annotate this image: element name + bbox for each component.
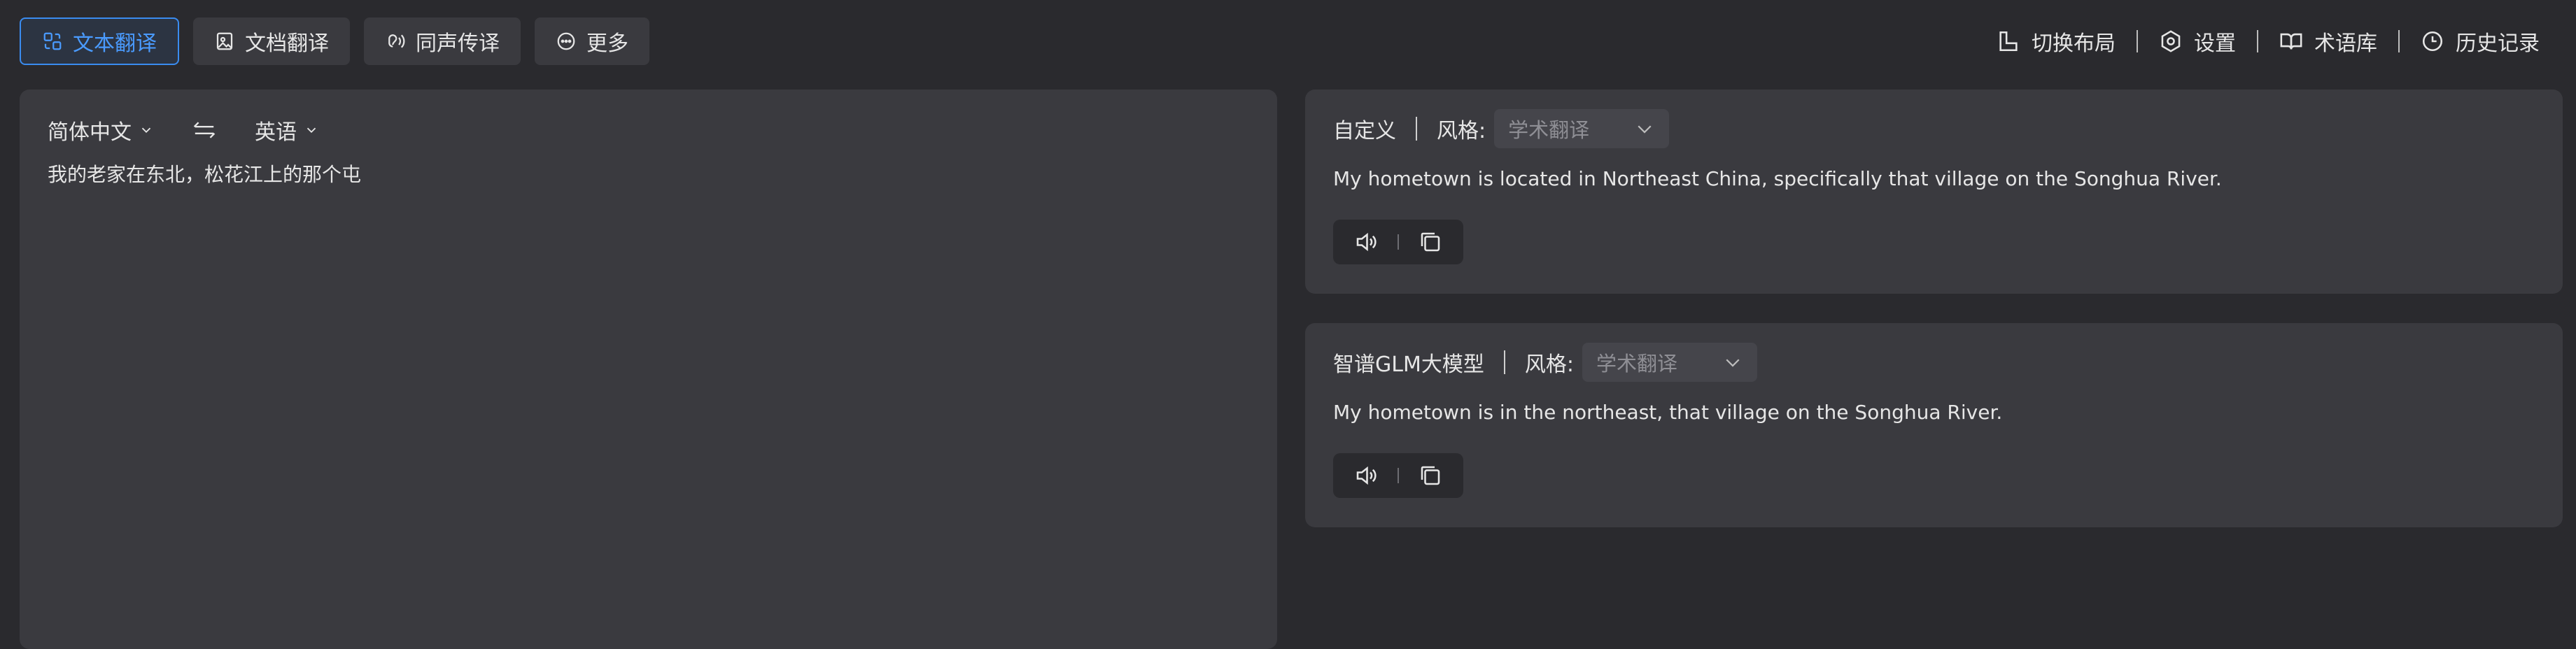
copy-icon bbox=[1421, 232, 1440, 252]
chevron-down-icon bbox=[141, 127, 151, 134]
chevron-down-icon bbox=[307, 127, 316, 134]
speaker-icon bbox=[1357, 466, 1377, 485]
style-value: 学术翻译 bbox=[1596, 352, 1677, 376]
copy-icon bbox=[1421, 466, 1440, 485]
style-select[interactable]: 学术翻译 bbox=[1582, 343, 1757, 382]
result-card-header: 智谱GLM大模型 风格: 学术翻译 bbox=[1333, 343, 1757, 382]
result-card-custom: 自定义 风格: 学术翻译 My hometown is located in N… bbox=[1305, 90, 2563, 294]
simultaneous-interpret-icon bbox=[388, 34, 405, 48]
tool-label: 历史记录 bbox=[2456, 31, 2540, 56]
tab-label: 文档翻译 bbox=[245, 31, 329, 56]
tool-label: 设置 bbox=[2194, 31, 2236, 56]
tab-more[interactable]: 更多 bbox=[535, 17, 649, 65]
header-divider bbox=[1416, 117, 1417, 141]
settings-button[interactable]: 设置 bbox=[2138, 26, 2257, 57]
actions-divider bbox=[1397, 234, 1399, 250]
clock-icon bbox=[2422, 31, 2443, 52]
speaker-icon bbox=[1357, 232, 1377, 252]
actions-divider bbox=[1397, 468, 1399, 483]
tab-document-translate[interactable]: 文档翻译 bbox=[193, 17, 350, 65]
chevron-down-icon bbox=[1726, 359, 1740, 367]
source-language-label: 简体中文 bbox=[48, 120, 132, 145]
mode-tabs: 文本翻译 文档翻译 同声传译 更多 bbox=[20, 17, 649, 65]
style-label: 风格: bbox=[1524, 352, 1574, 377]
result-actions bbox=[1333, 453, 1463, 498]
more-icon bbox=[557, 32, 575, 50]
document-translate-icon bbox=[216, 32, 233, 50]
layout-icon bbox=[1999, 31, 2018, 52]
source-text-input[interactable]: 我的老家在东北，松花江上的那个屯 bbox=[48, 158, 1237, 192]
book-icon bbox=[2280, 33, 2302, 50]
speak-button[interactable] bbox=[1353, 229, 1379, 255]
copy-button[interactable] bbox=[1418, 463, 1443, 488]
chevron-down-icon bbox=[1638, 125, 1652, 134]
header-divider bbox=[1503, 350, 1505, 374]
tab-label: 文本翻译 bbox=[73, 31, 157, 56]
gear-icon bbox=[2161, 30, 2181, 52]
translation-text: My hometown is in the northeast, that vi… bbox=[1333, 401, 2003, 424]
target-language-label: 英语 bbox=[255, 120, 297, 145]
style-value: 学术翻译 bbox=[1508, 118, 1590, 142]
result-card-glm: 智谱GLM大模型 风格: 学术翻译 My hometown is in the … bbox=[1305, 323, 2563, 527]
translation-text: My hometown is located in Northeast Chin… bbox=[1333, 167, 2222, 190]
tab-label: 更多 bbox=[586, 31, 628, 56]
glossary-button[interactable]: 术语库 bbox=[2258, 26, 2398, 57]
history-button[interactable]: 历史记录 bbox=[2400, 26, 2561, 57]
style-label: 风格: bbox=[1437, 119, 1486, 143]
engine-name: 智谱GLM大模型 bbox=[1333, 352, 1484, 377]
language-bar: 简体中文 英语 bbox=[48, 109, 319, 151]
engine-name: 自定义 bbox=[1333, 119, 1396, 143]
text-translate-icon bbox=[43, 32, 62, 50]
result-card-header: 自定义 风格: 学术翻译 bbox=[1333, 109, 1670, 148]
target-language-select[interactable]: 英语 bbox=[255, 115, 319, 145]
switch-layout-button[interactable]: 切换布局 bbox=[1976, 26, 2137, 57]
source-panel: 简体中文 英语 我的老家在东北，松花江上的那个屯 bbox=[20, 90, 1277, 649]
tab-simultaneous-interpret[interactable]: 同声传译 bbox=[364, 17, 521, 65]
result-actions bbox=[1333, 220, 1463, 264]
tab-label: 同声传译 bbox=[416, 31, 500, 56]
swap-icon bbox=[193, 122, 216, 138]
toolbar: 切换布局 设置 术语库 历史记录 bbox=[1976, 17, 2561, 65]
copy-button[interactable] bbox=[1418, 229, 1443, 255]
top-bar: 文本翻译 文档翻译 同声传译 更多 切换布局 设置 术语库 历史记录 bbox=[0, 0, 2576, 83]
speak-button[interactable] bbox=[1353, 463, 1379, 488]
swap-languages-button[interactable] bbox=[192, 120, 217, 141]
tool-label: 术语库 bbox=[2314, 31, 2377, 56]
source-language-select[interactable]: 简体中文 bbox=[48, 115, 154, 145]
tool-label: 切换布局 bbox=[2032, 31, 2116, 56]
tab-text-translate[interactable]: 文本翻译 bbox=[20, 17, 179, 65]
style-select[interactable]: 学术翻译 bbox=[1494, 109, 1670, 148]
